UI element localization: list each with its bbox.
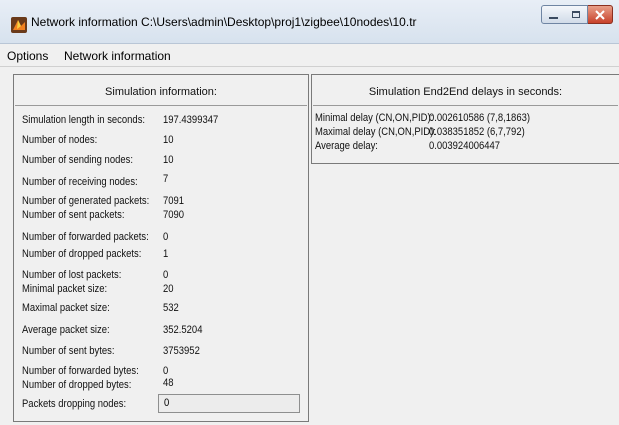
row-value: 10 <box>163 154 174 166</box>
row-value: 10 <box>163 134 174 146</box>
delay-value: 0.003924006447 <box>429 140 501 152</box>
row-label: Number of forwarded bytes: <box>22 365 139 377</box>
row-value: 7 <box>163 173 169 185</box>
delay-label: Maximal delay (CN,ON,PID): <box>315 126 436 138</box>
menu-network-information[interactable]: Network information <box>64 49 171 63</box>
row-label: Number of nodes: <box>22 134 98 146</box>
row-label: Number of dropped bytes: <box>22 379 132 391</box>
dropping-nodes-value: 0 <box>164 397 170 409</box>
menu-bar: Options Network information <box>0 44 619 67</box>
row-value: 7090 <box>163 209 185 221</box>
end2end-delays-panel: Simulation End2End delays in seconds: Mi… <box>311 74 619 164</box>
row-label: Number of generated packets: <box>22 195 150 207</box>
row-value: 0 <box>163 269 169 281</box>
maximize-button[interactable] <box>564 5 588 24</box>
row-label: Number of sent bytes: <box>22 345 115 357</box>
row-value: 7091 <box>163 195 185 207</box>
row-value: 20 <box>163 283 174 295</box>
close-button[interactable] <box>588 5 613 24</box>
delays-title: Simulation End2End delays in seconds: <box>368 86 563 98</box>
row-value: 352.5204 <box>163 324 203 336</box>
row-value: 532 <box>163 302 179 314</box>
row-label: Number of forwarded packets: <box>22 231 149 243</box>
delay-value: 0.038351852 (6,7,792) <box>429 126 525 138</box>
minimize-button[interactable] <box>541 5 565 24</box>
row-label: Minimal packet size: <box>22 283 108 295</box>
menu-options[interactable]: Options <box>7 49 48 63</box>
simulation-info-panel: Simulation information: Simulation lengt… <box>13 74 309 422</box>
row-label: Number of lost packets: <box>22 269 122 281</box>
dropping-nodes-label: Packets dropping nodes: <box>22 398 127 410</box>
row-value: 0 <box>163 231 169 243</box>
row-value: 197.4399347 <box>163 114 219 126</box>
minimize-icon <box>548 16 558 19</box>
divider <box>313 105 618 106</box>
matlab-icon <box>11 17 27 33</box>
dropping-nodes-field[interactable]: 0 <box>158 394 300 413</box>
row-label: Number of dropped packets: <box>22 248 142 260</box>
content-area: Simulation information: Simulation lengt… <box>0 67 619 425</box>
row-value: 0 <box>163 365 169 377</box>
row-label: Average packet size: <box>22 324 110 336</box>
close-icon <box>595 9 605 20</box>
row-label: Number of receiving nodes: <box>22 176 138 188</box>
window-titlebar[interactable]: Network information C:\Users\admin\Deskt… <box>0 0 619 44</box>
row-label: Number of sent packets: <box>22 209 125 221</box>
row-value: 3753952 <box>163 345 200 357</box>
row-label: Maximal packet size: <box>22 302 110 314</box>
simulation-info-title: Simulation information: <box>105 86 217 98</box>
delay-value: 0.002610586 (7,8,1863) <box>429 112 530 124</box>
window-title: Network information C:\Users\admin\Deskt… <box>31 15 417 29</box>
divider <box>15 105 307 106</box>
delay-label: Minimal delay (CN,ON,PID): <box>315 112 434 124</box>
delay-label: Average delay: <box>315 140 378 152</box>
row-value: 48 <box>163 377 174 389</box>
row-value: 1 <box>163 248 169 260</box>
maximize-icon <box>571 11 580 18</box>
row-label: Simulation length in seconds: <box>22 114 146 126</box>
row-label: Number of sending nodes: <box>22 154 133 166</box>
